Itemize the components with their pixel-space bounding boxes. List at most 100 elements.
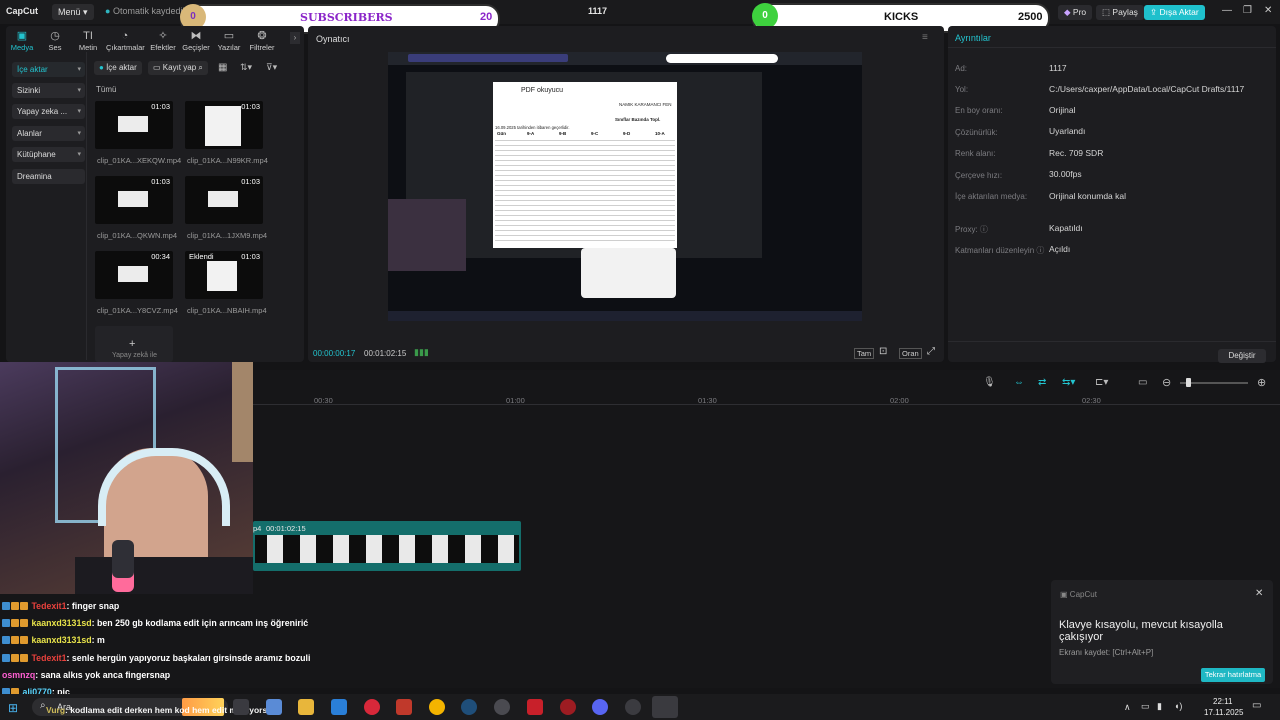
info-icon[interactable]: ⓘ [980, 225, 988, 234]
badge-icon [11, 654, 19, 662]
badge-icon [11, 619, 19, 627]
file-explorer-icon[interactable] [298, 699, 314, 715]
doc-subtitle: Sınıflar Bazında Topl. [615, 117, 661, 122]
nav-label: Kütüphane [17, 150, 56, 159]
player-menu-icon[interactable]: ≡ [922, 32, 928, 43]
notifications-icon[interactable]: ▭ [1252, 700, 1261, 711]
media-thumbnail[interactable]: 01:03 [95, 176, 173, 224]
focus-icon[interactable]: ⊡ [879, 346, 887, 357]
scroll-right-icon[interactable]: › [290, 32, 300, 44]
store-icon[interactable] [331, 699, 347, 715]
close-icon[interactable]: ✕ [1264, 5, 1272, 16]
mic-icon[interactable]: 🎙 [983, 377, 996, 388]
toast-message: Klavye kısayolu, mevcut kısayolla çakışı… [1059, 619, 1223, 643]
detail-value: C:/Users/caxper/AppData/Local/CapCut Dra… [1049, 84, 1245, 94]
grid-view-icon[interactable]: ▦ [218, 62, 227, 73]
settings-app-icon[interactable] [625, 699, 641, 715]
fullscreen-icon[interactable]: ⤢ [927, 346, 935, 357]
zoom-slider-handle[interactable] [1186, 378, 1191, 387]
toast-app: ▣ CapCut [1060, 590, 1097, 599]
capcut-taskbar-icon[interactable] [652, 696, 678, 718]
nav-dreamina[interactable]: Dreamina [12, 169, 85, 184]
detail-label: Ad: [955, 64, 968, 73]
menu-button[interactable]: Menü ▾ [52, 4, 94, 20]
tool-filters[interactable]: ❂ Filtreler [243, 30, 281, 52]
table-header: 9-C [591, 131, 599, 136]
caption-icon[interactable]: ▭ [1138, 377, 1147, 388]
maximize-icon[interactable]: ❐ [1243, 5, 1252, 16]
obs-icon[interactable] [494, 699, 510, 715]
record-icon: ▭ [153, 63, 161, 72]
widgets-icon[interactable] [266, 699, 282, 715]
clock-date[interactable]: 17.11.2025 [1204, 708, 1243, 717]
minimize-icon[interactable]: — [1222, 5, 1232, 16]
nav-import[interactable]: İçe aktar ▾ [12, 62, 85, 77]
tool-stickers[interactable]: ◔ Çıkartmalar [106, 30, 145, 52]
chrome-icon[interactable] [429, 699, 445, 715]
mic-tray-icon[interactable]: ▮ [1157, 701, 1162, 712]
opera-icon[interactable] [364, 699, 380, 715]
video-frame [208, 191, 238, 207]
export-button[interactable]: ⇪ Dışa Aktar [1144, 5, 1205, 20]
added-badge: Eklendi [189, 252, 214, 261]
schedule-table: Gün 9-A 9-B 9-C 9-D 10-A [495, 131, 675, 243]
media-thumbnail[interactable]: 01:03 [185, 176, 263, 224]
media-thumbnail[interactable]: 01:03 Eklendi [185, 251, 263, 299]
chevron-down-icon: ▾ [77, 66, 81, 73]
doc-header: NAMIK KARAMANCI FEN [619, 102, 672, 107]
media-thumbnail[interactable]: 01:03 [95, 101, 173, 149]
windows-start-icon[interactable]: ⊞ [8, 701, 18, 715]
sort-icon[interactable]: ⇅▾ [240, 62, 252, 73]
tray-chevron-icon[interactable]: ∧ [1124, 702, 1131, 713]
details-title: Ayrıntılar [955, 33, 991, 43]
preview-axis-icon[interactable]: ⇆▾ [1062, 377, 1075, 388]
nav-yours[interactable]: Sizinki ▾ [12, 83, 85, 98]
volume-icon[interactable]: ◖) [1174, 701, 1182, 711]
tool-label: Efektler [150, 43, 176, 52]
info-icon[interactable]: ⓘ [1036, 246, 1044, 255]
badge-icon [2, 602, 10, 610]
filter-icon[interactable]: ⊽▾ [266, 62, 277, 73]
detail-label: Çerçeve hızı: [955, 171, 1003, 180]
nav-spaces[interactable]: Alanlar ▾ [12, 126, 85, 141]
network-icon[interactable]: ▭ [1141, 701, 1150, 712]
video-preview[interactable]: PDF okuyucu NAMIK KARAMANCI FEN Sınıflar… [388, 52, 862, 321]
clock-time[interactable]: 22:11 [1213, 697, 1232, 706]
remind-again-button[interactable]: Tekrar hatırlatma [1201, 668, 1265, 682]
share-button[interactable]: ⬚ Paylaş [1096, 5, 1144, 20]
nav-library[interactable]: Kütüphane ▾ [12, 147, 85, 162]
zoom-out-icon[interactable]: ⊖ [1162, 376, 1171, 389]
clip-name: clip_01KA...N99KR.mp4 [187, 156, 268, 165]
record-button[interactable]: ▭ Kayıt yap ⌕ [148, 61, 208, 75]
full-quality-button[interactable]: Tam [854, 348, 875, 359]
timeline-clip[interactable]: p4 00:01:02:15 [253, 521, 521, 571]
magnet-icon[interactable]: ⇄ [1038, 377, 1046, 388]
clip-filmstrip [255, 535, 519, 563]
zoom-in-icon[interactable]: ⊕ [1257, 376, 1266, 389]
game-icon[interactable] [396, 699, 412, 715]
voice-app-icon[interactable] [527, 699, 543, 715]
discord-icon[interactable] [592, 699, 608, 715]
import-button[interactable]: ● İçe aktar [94, 61, 142, 75]
media-thumbnail[interactable]: 00:34 [95, 251, 173, 299]
steam-icon[interactable] [461, 699, 477, 715]
clip-duration: 01:03 [241, 102, 260, 111]
media-thumbnail[interactable]: 01:03 [185, 101, 263, 149]
split-icon[interactable]: ⊏▾ [1095, 377, 1108, 388]
filter-all-label[interactable]: Tümü [96, 85, 116, 94]
chevron-down-icon: ▾ [83, 7, 88, 17]
ruler-tick: 00:30 [314, 396, 333, 405]
ratio-button[interactable]: Oran [899, 348, 922, 359]
upload-icon: ⇪ [1150, 7, 1158, 17]
nav-ai[interactable]: Yapay zeka ... ▾ [12, 104, 85, 119]
tool-text[interactable]: TI Metin [69, 30, 107, 52]
share-label: Paylaş [1112, 7, 1138, 17]
toast-close-icon[interactable]: ✕ [1255, 588, 1263, 599]
link-icon[interactable]: ⇔ [1014, 377, 1024, 388]
chat-message: osmnzq: sana alkıs yok anca fingersnap [2, 670, 170, 680]
recorder-icon[interactable] [560, 699, 576, 715]
task-view-icon[interactable] [233, 699, 249, 715]
change-button[interactable]: Değiştir [1218, 349, 1266, 363]
ai-generate-tile[interactable]: + Yapay zekâ ile [95, 326, 173, 362]
pro-button[interactable]: ◆ Pro [1058, 5, 1093, 20]
